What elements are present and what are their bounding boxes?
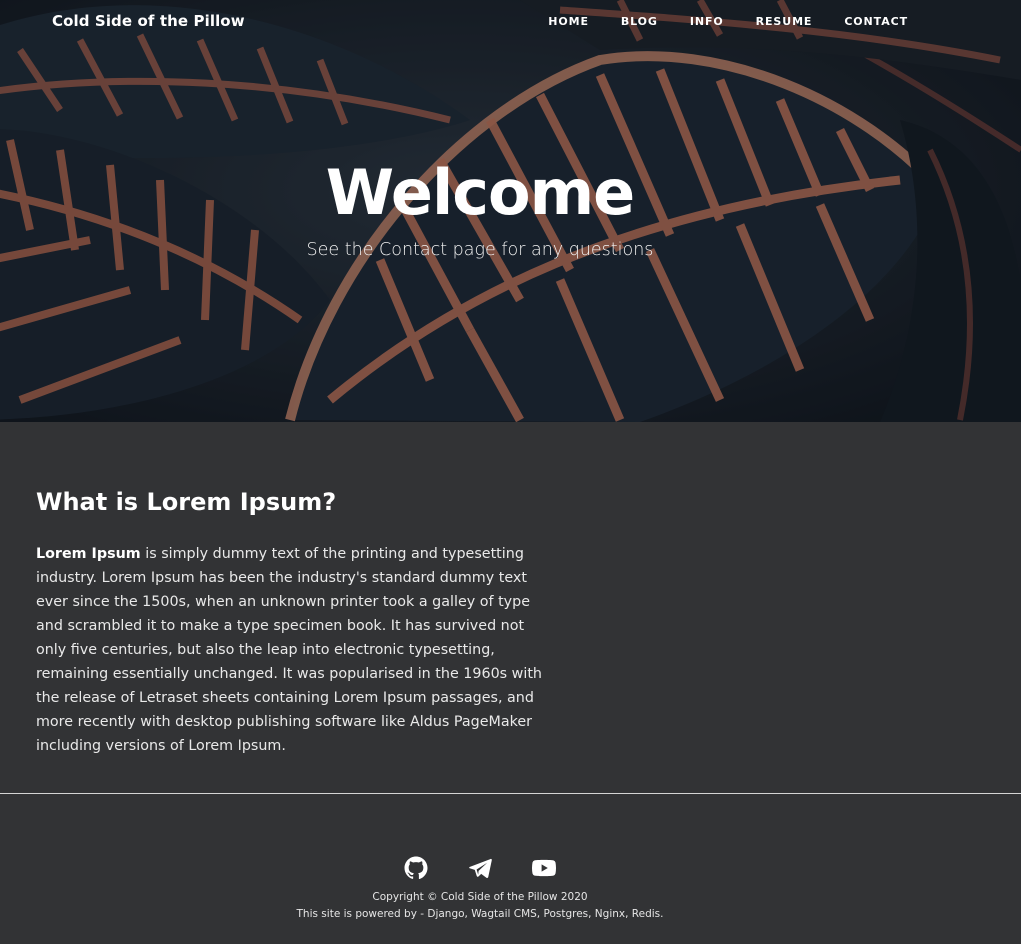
nav-item-home[interactable]: HOME (548, 15, 589, 28)
nav-item-resume[interactable]: RESUME (756, 15, 813, 28)
social-links (0, 856, 960, 880)
powered-by-text: This site is powered by - Django, Wagtai… (296, 908, 664, 920)
hero-title: Welcome (325, 156, 635, 229)
site-brand-link[interactable]: Cold Side of the Pillow (52, 12, 245, 30)
nav-item-info[interactable]: INFO (690, 15, 724, 28)
nav-item-contact[interactable]: CONTACT (844, 15, 908, 28)
site-footer: Copyright © Cold Side of the Pillow 2020… (0, 794, 1021, 944)
copyright-text: Copyright © Cold Side of the Pillow 2020 (372, 891, 588, 903)
article-heading: What is Lorem Ipsum? (36, 488, 337, 516)
github-link[interactable] (404, 856, 428, 880)
github-icon (404, 856, 428, 880)
youtube-icon (532, 859, 556, 877)
main-nav: HOME BLOG INFO RESUME CONTACT (548, 15, 908, 28)
telegram-icon (469, 858, 492, 878)
article-lead: Lorem Ipsum (36, 546, 141, 562)
nav-item-blog[interactable]: BLOG (621, 15, 658, 28)
hero-banner: Cold Side of the Pillow HOME BLOG INFO R… (0, 0, 1021, 422)
article-body: Lorem Ipsum is simply dummy text of the … (36, 542, 556, 758)
main-content: What is Lorem Ipsum? Lorem Ipsum is simp… (0, 422, 1021, 793)
youtube-link[interactable] (532, 856, 556, 880)
hero-subtitle: See the Contact page for any questions (306, 240, 654, 260)
article-text: is simply dummy text of the printing and… (36, 546, 542, 754)
telegram-link[interactable] (468, 856, 492, 880)
